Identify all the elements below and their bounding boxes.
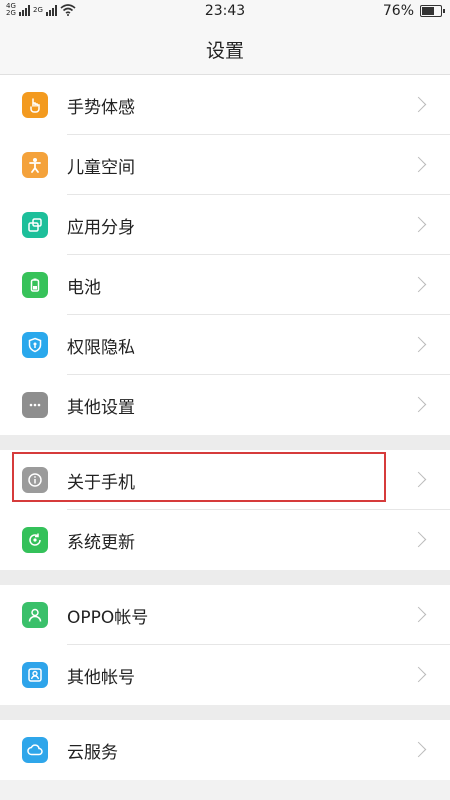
gesture-icon [22,92,48,118]
battery-icon [22,272,48,298]
battery-status: 76% [382,3,445,19]
chevron-right-icon [410,471,427,488]
settings-group: 手势体感儿童空间应用分身电池权限隐私其他设置 [0,75,450,435]
info-icon [22,467,48,493]
battery-percent: 76% [382,3,414,19]
settings-item[interactable]: 系统更新 [0,510,450,570]
chevron-right-icon [410,156,427,173]
settings-item[interactable]: 其他帐号 [0,645,450,705]
chevron-right-icon [410,741,427,758]
settings-item[interactable]: 关于手机 [0,450,450,510]
update-icon [22,527,48,553]
chevron-right-icon [410,336,427,353]
status-bar: 4G 2G 2G 23:43 76% [0,0,450,24]
child-icon [22,152,48,178]
settings-group: 关于手机 系统更新 [0,450,450,570]
settings-item[interactable]: OPPO帐号 [0,585,450,645]
chevron-right-icon [410,666,427,683]
group-separator [0,435,450,450]
page-title: 设置 [0,24,450,75]
settings-item[interactable]: 儿童空间 [0,135,450,195]
battery-indicator-icon [420,5,445,17]
user-icon [22,602,48,628]
settings-item[interactable]: 手势体感 [0,75,450,135]
settings-item[interactable]: 应用分身 [0,195,450,255]
app-clone-icon [22,212,48,238]
settings-item-label: 其他设置 [67,397,135,418]
chevron-right-icon [410,276,427,293]
chevron-right-icon [410,396,427,413]
settings-item[interactable]: 云服务 [0,720,450,780]
settings-item-label: 其他帐号 [67,667,135,688]
settings-item[interactable]: 权限隐私 [0,315,450,375]
settings-group: 云服务 [0,720,450,780]
settings-item-label: 关于手机 [67,472,135,493]
settings-list: 手势体感儿童空间应用分身电池权限隐私其他设置关于手机系统更新 OPPO帐号 其他帐号… [0,75,450,780]
chevron-right-icon [410,531,427,548]
privacy-shield-icon [22,332,48,358]
settings-item-label: 权限隐私 [67,337,135,358]
chevron-right-icon [410,96,427,113]
settings-group: OPPO帐号 其他帐号 [0,585,450,705]
settings-item-label: 应用分身 [67,217,135,238]
settings-item-label: 系统更新 [67,532,135,553]
cloud-icon [22,737,48,763]
settings-item-label: OPPO帐号 [67,607,149,628]
settings-item-label: 儿童空间 [67,157,135,178]
settings-item[interactable]: 电池 [0,255,450,315]
settings-item[interactable]: 其他设置 [0,375,450,435]
group-separator [0,570,450,585]
settings-item-label: 云服务 [67,742,118,763]
more-icon [22,392,48,418]
chevron-right-icon [410,216,427,233]
group-separator [0,705,450,720]
settings-item-label: 手势体感 [67,97,135,118]
settings-item-label: 电池 [67,277,101,298]
account-icon [22,662,48,688]
chevron-right-icon [410,606,427,623]
